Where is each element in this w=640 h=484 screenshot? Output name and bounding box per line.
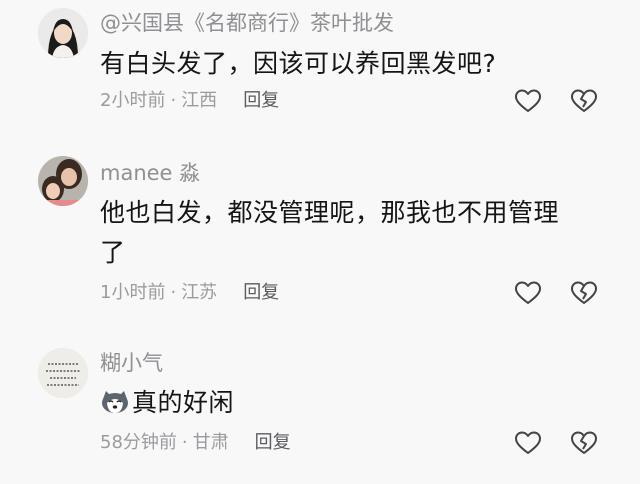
broken-heart-outline-icon[interactable] [570, 88, 598, 114]
comment-item: manee 淼 他也白发，都没管理呢，那我也不用管理了 1小时前 · 江苏 回复 [0, 130, 640, 325]
comment-item: 糊小气 真的好闲 58分钟前 · 甘肃 回复 [0, 325, 640, 484]
comment-username[interactable]: 糊小气 [100, 350, 163, 376]
reply-button[interactable]: 回复 [243, 89, 279, 113]
husky-dog-emoji-icon [100, 389, 130, 415]
reply-button[interactable]: 回复 [243, 281, 279, 305]
comment-time: 1小时前 [100, 282, 166, 303]
comment-location: 江苏 [181, 282, 218, 303]
comment-text: 真的好闲 [132, 388, 235, 417]
broken-heart-outline-icon[interactable] [570, 430, 598, 456]
heart-outline-icon[interactable] [514, 280, 542, 306]
comment-text-row: 真的好闲 [100, 383, 600, 423]
comment-time: 2小时前 [100, 90, 166, 111]
comment-text: 他也白发，都没管理呢，那我也不用管理了 [100, 198, 560, 267]
comment-location: 江西 [181, 90, 218, 111]
broken-heart-outline-icon[interactable] [570, 280, 598, 306]
comment-item: @兴国县《名都商行》茶叶批发 有白头发了，因该可以养回黑发吧? 2小时前 · 江… [0, 0, 640, 130]
comment-time: 58分钟前 [100, 432, 177, 453]
comment-username[interactable]: @兴国县《名都商行》茶叶批发 [100, 10, 394, 36]
avatar[interactable] [38, 8, 88, 58]
woman-portrait-avatar-icon [38, 8, 88, 58]
comment-text: 有白头发了，因该可以养回黑发吧? [100, 49, 497, 78]
mother-child-avatar-icon [38, 156, 88, 206]
avatar[interactable] [38, 348, 88, 398]
comment-username[interactable]: manee 淼 [100, 160, 200, 186]
meta-separator: · [170, 282, 177, 303]
comment-meta: 2小时前 · 江西 回复 [100, 89, 279, 113]
avatar[interactable] [38, 156, 88, 206]
comment-location: 甘肃 [192, 432, 229, 453]
meta-separator: · [181, 432, 188, 453]
comment-meta: 1小时前 · 江苏 回复 [100, 281, 279, 305]
handwritten-note-avatar-icon [38, 348, 88, 398]
reply-button[interactable]: 回复 [255, 431, 291, 455]
meta-separator: · [170, 90, 177, 111]
comment-feed: @兴国县《名都商行》茶叶批发 有白头发了，因该可以养回黑发吧? 2小时前 · 江… [0, 0, 640, 484]
comment-meta: 58分钟前 · 甘肃 回复 [100, 431, 291, 455]
heart-outline-icon[interactable] [514, 88, 542, 114]
heart-outline-icon[interactable] [514, 430, 542, 456]
